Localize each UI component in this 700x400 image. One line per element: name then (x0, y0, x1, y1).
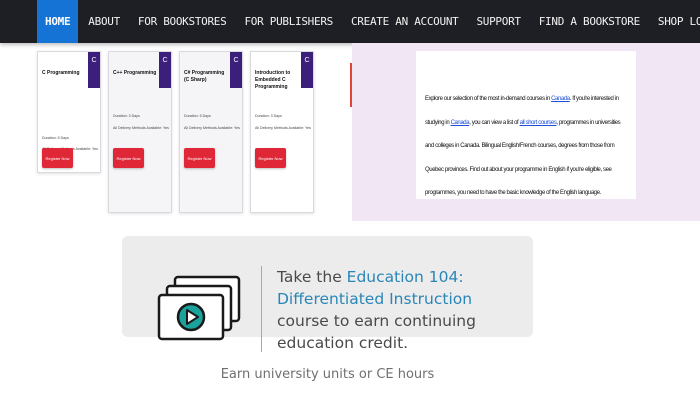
course-card-title: Introduction to Embedded C Programming (255, 70, 291, 90)
c-language-icon: C (230, 52, 242, 88)
nav-about[interactable]: ABOUT (80, 0, 128, 43)
info-text: , programmes in universities and college… (425, 119, 621, 197)
c-language-icon: C (159, 52, 171, 88)
nav-find-bookstore[interactable]: FIND A BOOKSTORE (531, 0, 648, 43)
course-duration: Duration: 3 Days (255, 114, 282, 118)
course-card-title: C Programming (42, 70, 80, 76)
register-button[interactable]: Register Now (255, 148, 286, 168)
canada-link[interactable]: Canada (551, 96, 570, 102)
c-language-icon: C (88, 52, 100, 88)
video-course-icon (157, 275, 241, 341)
info-text: , you can view a list of (469, 119, 520, 126)
nav-create-account[interactable]: CREATE AN ACCOUNT (343, 0, 466, 43)
course-card-title: C++ Programming (113, 70, 157, 76)
promo-prefix: Take the (277, 268, 347, 286)
info-text: Explore our selection of the most in-dem… (425, 96, 552, 102)
course-card-c[interactable]: C C Programming Duration: 5 Days All Del… (37, 51, 101, 173)
nav-for-publishers[interactable]: FOR PUBLISHERS (236, 0, 341, 43)
promo-suffix: course to earn continuing education cred… (277, 312, 476, 352)
promo-text: Take the Education 104: Differentiated I… (277, 266, 527, 354)
nav-shop-local[interactable]: SHOP LOCAL (650, 0, 700, 43)
info-paragraph: Explore our selection of the most in-dem… (425, 88, 625, 206)
course-card-title: C# Programming (C Sharp) (184, 70, 225, 83)
nav-home[interactable]: HOME (37, 0, 79, 43)
accent-marker (350, 63, 352, 107)
nav-support[interactable]: SUPPORT (468, 0, 528, 43)
register-button[interactable]: Register Now (113, 148, 144, 168)
canada-link-2[interactable]: Canada (451, 120, 470, 126)
course-card-embedded-c[interactable]: C Introduction to Embedded C Programming… (250, 51, 314, 213)
course-delivery: All Delivery Methods Available: Yes (113, 126, 169, 130)
promo-divider (261, 266, 262, 352)
short-courses-link[interactable]: all short courses (520, 120, 557, 126)
course-duration: Duration: 5 Days (184, 114, 211, 118)
register-button[interactable]: Register Now (42, 148, 73, 168)
nav-for-bookstores[interactable]: FOR BOOKSTORES (130, 0, 235, 43)
course-card-csharp[interactable]: C C# Programming (C Sharp) Duration: 5 D… (179, 51, 243, 213)
c-language-icon: C (301, 52, 313, 88)
register-button[interactable]: Register Now (184, 148, 215, 168)
earn-credits-note: Earn university units or CE hours (220, 367, 435, 382)
course-duration: Duration: 3 Days (113, 114, 140, 118)
top-navigation: HOME ABOUT FOR BOOKSTORES FOR PUBLISHERS… (0, 0, 700, 43)
course-delivery: All Delivery Methods Available: Yes (255, 126, 311, 130)
course-duration: Duration: 5 Days (42, 136, 69, 140)
course-card-cpp[interactable]: C C++ Programming Duration: 3 Days All D… (108, 51, 172, 213)
course-delivery: All Delivery Methods Available: Yes (184, 126, 240, 130)
